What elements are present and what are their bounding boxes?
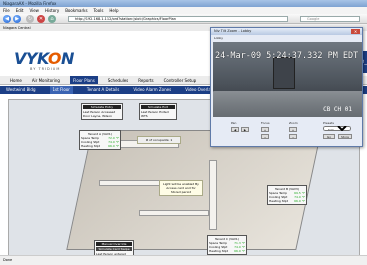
menu-view[interactable]: View <box>29 7 39 14</box>
camera-zone-label: Lobby <box>214 36 224 40</box>
camera-window-title: Niv Tilt Zoom - Lobby <box>211 28 362 35</box>
menu-air-monitoring[interactable]: Air Monitoring <box>32 76 60 84</box>
forward-arrow-icon[interactable]: ▶ <box>13 15 21 23</box>
vykon-subtitle: BY TRIDIUM <box>30 67 61 71</box>
camera-floor-graphic <box>213 91 362 117</box>
simulate-exit-panel[interactable]: Simulate Exit Last Person Exited WTS <box>139 103 177 120</box>
menu-controller-setup[interactable]: Controller Setup <box>164 76 197 84</box>
tenant-a-value: 66.0 °F <box>108 144 119 148</box>
focus-label: Focus <box>261 121 270 125</box>
tenant-b-value: 66.0 °F <box>294 199 305 203</box>
zoom-in-button[interactable]: + <box>289 127 297 132</box>
simulate-exit-button[interactable]: Simulate Exit <box>141 105 175 109</box>
stop-icon[interactable]: ✕ <box>37 15 45 23</box>
submenu-video-alarm[interactable]: Video Alarm Zones <box>133 86 171 94</box>
occupants-counter: # of occupants: 1 <box>137 136 181 144</box>
reload-icon[interactable]: ↻ <box>26 15 34 23</box>
browser-navigation-bar: ◀ ▶ ↻ ✕ ⌂ http://192.168.1.112/ord?stati… <box>0 14 367 24</box>
camera-doorway-graphic <box>273 57 295 89</box>
go-button[interactable]: Go <box>323 134 335 139</box>
zoom-label: Zoom <box>289 121 298 125</box>
light-note: Light will be enabled By Access card and… <box>159 180 203 196</box>
home-icon[interactable]: ⌂ <box>48 15 56 23</box>
submenu-tenant-a[interactable]: Tenant A Details <box>87 86 119 94</box>
wall <box>209 160 217 230</box>
camera-timestamp: 24-Mar-09 5:24:37.332 PM EDT <box>215 51 359 61</box>
bookmark-niagara[interactable]: Niagara Central <box>3 26 31 30</box>
browser-menu-bar: File Edit View History Bookmarks Tools H… <box>0 7 367 14</box>
menu-history[interactable]: History <box>45 7 59 14</box>
tenant-c-value: 66.0 °F <box>234 249 245 253</box>
browser-status-bar: Done <box>0 255 367 264</box>
tenant-a-label: Heating Stpt <box>81 144 100 148</box>
menu-schedules[interactable]: Schedules <box>108 76 128 84</box>
simulate-entry-panel[interactable]: Simulate Entry Last Person Accessed Door… <box>81 103 123 120</box>
browser-title-bar: NiagaraAX - Mozilla Firefox <box>0 0 367 7</box>
menu-help[interactable]: Help <box>109 7 118 14</box>
window-title: NiagaraAX - Mozilla Firefox <box>3 1 57 6</box>
tenant-c-label: Heating Stpt <box>209 249 228 253</box>
menu-home[interactable]: Home <box>10 76 22 84</box>
zoom-out-button[interactable]: − <box>289 134 297 139</box>
simulate-card-swipe-button[interactable]: Simulate Card Swipe <box>96 247 132 251</box>
submenu-westwind[interactable]: Westwind Bldg <box>6 86 36 94</box>
back-arrow-icon[interactable]: ◀ <box>3 15 11 23</box>
submenu-first-floor[interactable]: 1st Floor <box>49 86 73 94</box>
menu-reports[interactable]: Reports <box>138 76 153 84</box>
focus-near-button[interactable]: + <box>261 127 269 132</box>
close-icon[interactable]: ✕ <box>351 29 360 34</box>
tenant-b-panel: Tenant B (VAV3) Space Temp 69.5 °F Coolin… <box>267 185 307 205</box>
focus-far-button[interactable]: − <box>261 134 269 139</box>
tenant-c-panel: Tenant C (VAV1) Space Temp 71.3 °F Coolin… <box>207 235 247 255</box>
camera-video-feed[interactable]: 24-Mar-09 5:24:37.332 PM EDT CB CH 01 <box>213 42 362 117</box>
pan-right-button[interactable]: ▶ <box>241 127 249 132</box>
presets-label: Presets <box>323 121 334 125</box>
menu-edit[interactable]: Edit <box>16 7 24 14</box>
store-button[interactable]: Store <box>338 134 352 139</box>
menu-file[interactable]: File <box>3 7 10 14</box>
url-input[interactable]: http://192.168.1.112/ord?station:|slot:/… <box>68 16 288 22</box>
menu-tools[interactable]: Tools <box>94 7 104 14</box>
menu-bookmarks[interactable]: Bookmarks <box>65 7 87 14</box>
presets-select[interactable]: Entrance Lobby <box>323 126 351 131</box>
last-exit-label: Last Person Exited WTS <box>141 110 169 118</box>
wall <box>139 210 209 216</box>
pan-left-button[interactable]: ◀ <box>231 127 239 132</box>
menu-floor-plans[interactable]: Floor Plans <box>69 76 98 84</box>
camera-popup-window[interactable]: Niv Tilt Zoom - Lobby ✕ Lobby 24-Mar-09 … <box>210 27 363 147</box>
simulate-entry-button[interactable]: Simulate Entry <box>83 105 121 109</box>
status-text: Done <box>3 258 13 262</box>
manual-override-title: Manual Override <box>96 242 132 246</box>
camera-id: CB CH 01 <box>323 106 352 113</box>
vykon-logo: VYKON <box>14 49 74 68</box>
tenant-b-label: Heating Stpt <box>269 199 288 203</box>
last-entry-label: Last Person Accessed Door Layne, Wilson <box>83 110 116 118</box>
search-input[interactable]: Google <box>300 16 360 22</box>
tenant-a-panel: Tenant A (VAV1) Space Temp 72.0 °F Coolin… <box>79 130 121 150</box>
pan-label: Pan <box>231 121 237 125</box>
ptz-controls: Pan Focus Zoom Presets ◀ ▶ + − + − Entra… <box>211 120 364 148</box>
